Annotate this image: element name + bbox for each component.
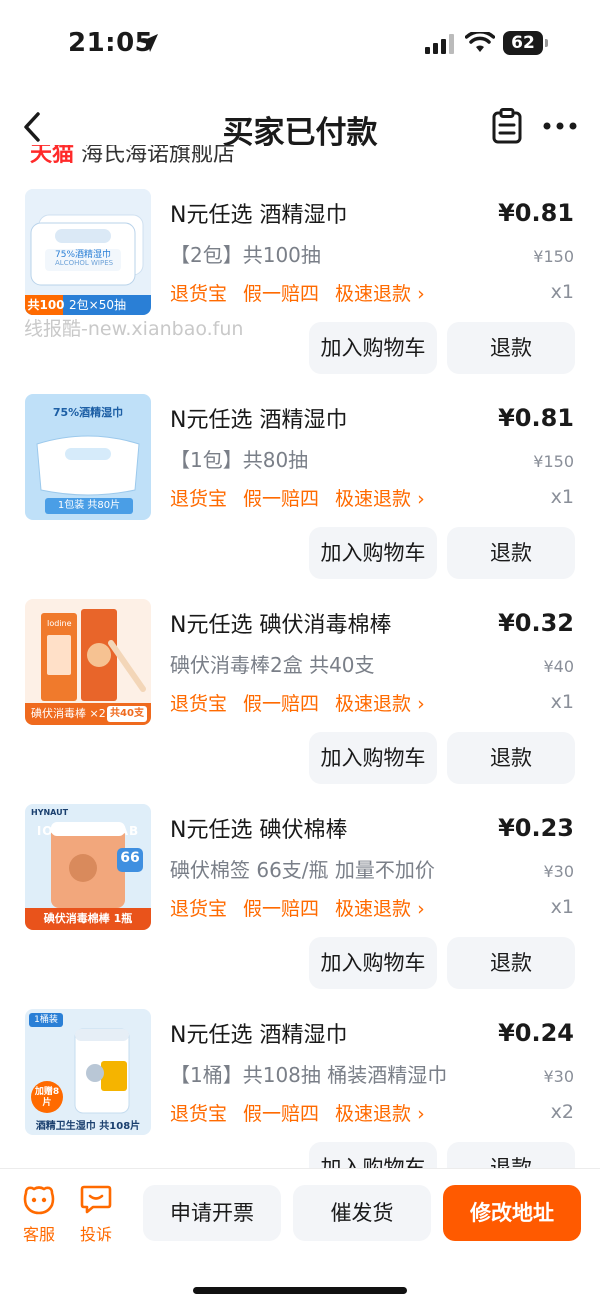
quantity: x1 xyxy=(550,691,574,713)
add-to-cart-button[interactable]: 加入购物车 xyxy=(309,732,437,784)
product-thumbnail[interactable]: 1桶装 加赠8片 酒精卫生湿巾 共108片 xyxy=(25,1009,151,1135)
modify-address-button[interactable]: 修改地址 xyxy=(443,1185,581,1241)
thumb-label: 2包×50抽 xyxy=(69,298,126,312)
product-spec: 碘伏消毒棒2盒 共40支 xyxy=(170,653,375,677)
home-indicator[interactable] xyxy=(193,1287,407,1294)
product-thumbnail[interactable]: Iodine 碘伏消毒棒 ×2 共40支 xyxy=(25,599,151,725)
customer-service-button[interactable]: 客服 xyxy=(15,1183,63,1245)
product-thumbnail[interactable]: HYNAUT IODINE SWAB 66 碘伏消毒棉棒 1瓶 xyxy=(25,804,151,930)
more-icon[interactable] xyxy=(542,114,578,138)
product-title[interactable]: N元任选 酒精湿巾 xyxy=(170,197,347,229)
refund-button[interactable]: 退款 xyxy=(447,937,575,989)
order-item[interactable]: HYNAUT IODINE SWAB 66 碘伏消毒棉棒 1瓶 N元任选 碘伏棉… xyxy=(0,804,600,1009)
service-tags[interactable]: 退货宝 假一赔四 极速退款 › xyxy=(170,484,441,511)
product-price: ¥0.81 xyxy=(498,404,574,432)
order-item[interactable]: 共100抽 2包×50抽 75%酒精湿巾 ALCOHOL WIPES N元任选 … xyxy=(0,189,600,394)
quantity: x2 xyxy=(550,1101,574,1123)
order-item[interactable]: 75%酒精湿巾 1包装 共80片 N元任选 酒精湿巾 ¥0.81 【1包】共80… xyxy=(0,394,600,599)
location-arrow-icon xyxy=(140,34,158,52)
product-price: ¥0.23 xyxy=(498,814,574,842)
order-item[interactable]: Iodine 碘伏消毒棒 ×2 共40支 N元任选 碘伏消毒棉棒 ¥0.32 碘… xyxy=(0,599,600,804)
thumb-tag: 共100抽 xyxy=(27,298,65,312)
product-title[interactable]: N元任选 碘伏消毒棉棒 xyxy=(170,607,391,639)
original-price: ¥30 xyxy=(543,862,574,881)
watermark: 线报酷-new.xianbao.fun xyxy=(24,318,244,340)
refund-button[interactable]: 退款 xyxy=(447,322,575,374)
complaint-icon xyxy=(80,1185,112,1214)
thumb-badge: 加赠8片 xyxy=(34,1087,60,1108)
product-thumbnail[interactable]: 75%酒精湿巾 1包装 共80片 xyxy=(25,394,151,520)
original-price: ¥150 xyxy=(533,247,574,266)
bottom-action-bar: 客服 投诉 申请开票 催发货 修改地址 xyxy=(0,1168,600,1303)
quantity: x1 xyxy=(550,896,574,918)
signal-icon xyxy=(425,34,454,54)
add-to-cart-button[interactable]: 加入购物车 xyxy=(309,937,437,989)
product-spec: 【2包】共100抽 xyxy=(170,243,321,267)
thumb-text: IODINE SWAB xyxy=(36,824,140,838)
product-price: ¥0.81 xyxy=(498,199,574,227)
product-spec: 【1桶】共108抽 桶装酒精湿巾 xyxy=(170,1063,448,1087)
original-price: ¥150 xyxy=(533,452,574,471)
refund-button[interactable]: 退款 xyxy=(447,527,575,579)
quantity: x1 xyxy=(550,486,574,508)
product-title[interactable]: N元任选 酒精湿巾 xyxy=(170,1017,347,1049)
product-thumbnail[interactable]: 共100抽 2包×50抽 75%酒精湿巾 ALCOHOL WIPES xyxy=(25,189,151,315)
product-title[interactable]: N元任选 酒精湿巾 xyxy=(170,402,347,434)
service-tags[interactable]: 退货宝 假一赔四 极速退款 › xyxy=(170,894,441,921)
original-price: ¥30 xyxy=(543,1067,574,1086)
thumb-num: 66 xyxy=(120,850,140,866)
thumb-tag: 1桶装 xyxy=(34,1015,58,1025)
thumb-label: 1包装 共80片 xyxy=(57,500,121,511)
thumb-label: 碘伏消毒棉棒 1瓶 xyxy=(43,912,133,925)
urge-shipment-button[interactable]: 催发货 xyxy=(293,1185,431,1241)
clipboard-icon[interactable] xyxy=(490,108,524,144)
wifi-icon xyxy=(465,32,495,52)
product-list[interactable]: 天猫 海氏海诺旗舰店 共100抽 2包×50抽 75%酒精湿巾 ALCOHOL … xyxy=(0,145,600,1168)
service-tags[interactable]: 退货宝 假一赔四 极速退款 › xyxy=(170,1099,441,1126)
add-to-cart-button[interactable]: 加入购物车 xyxy=(309,1142,437,1168)
complaint-button[interactable]: 投诉 xyxy=(72,1183,120,1245)
original-price: ¥40 xyxy=(543,657,574,676)
complaint-label: 投诉 xyxy=(79,1225,112,1244)
product-title[interactable]: N元任选 碘伏棉棒 xyxy=(170,812,347,844)
thumb-label: 碘伏消毒棒 ×2 xyxy=(31,707,106,720)
add-to-cart-button[interactable]: 加入购物车 xyxy=(309,527,437,579)
quantity: x1 xyxy=(550,281,574,303)
thumb-count: 共40支 xyxy=(110,708,144,719)
service-tags[interactable]: 退货宝 假一赔四 极速退款 › xyxy=(170,279,441,306)
thumb-label: 酒精卫生湿巾 共108片 xyxy=(35,1121,141,1132)
order-item[interactable]: 1桶装 加赠8片 酒精卫生湿巾 共108片 N元任选 酒精湿巾 ¥0.24 【1… xyxy=(0,1009,600,1168)
request-invoice-button[interactable]: 申请开票 xyxy=(143,1185,281,1241)
refund-button[interactable]: 退款 xyxy=(447,732,575,784)
thumb-sub: ALCOHOL WIPES xyxy=(55,259,114,267)
shop-name[interactable]: 天猫 海氏海诺旗舰店 xyxy=(30,145,235,165)
thumb-brand: Iodine xyxy=(47,619,72,628)
refund-button[interactable]: 退款 xyxy=(447,1142,575,1168)
product-spec: 【1包】共80抽 xyxy=(170,448,309,472)
battery-indicator: 62 xyxy=(503,31,548,55)
thumb-top: 75%酒精湿巾 xyxy=(52,406,124,419)
customer-service-icon xyxy=(23,1186,55,1215)
product-price: ¥0.32 xyxy=(498,609,574,637)
product-price: ¥0.24 xyxy=(498,1019,574,1047)
product-spec: 碘伏棉签 66支/瓶 加量不加价 xyxy=(170,858,435,882)
status-bar: 21:05 62 xyxy=(0,0,600,90)
thumb-brand: HYNAUT xyxy=(31,808,69,817)
service-tags[interactable]: 退货宝 假一赔四 极速退款 › xyxy=(170,689,441,716)
add-to-cart-button[interactable]: 加入购物车 xyxy=(309,322,437,374)
customer-service-label: 客服 xyxy=(22,1225,55,1244)
